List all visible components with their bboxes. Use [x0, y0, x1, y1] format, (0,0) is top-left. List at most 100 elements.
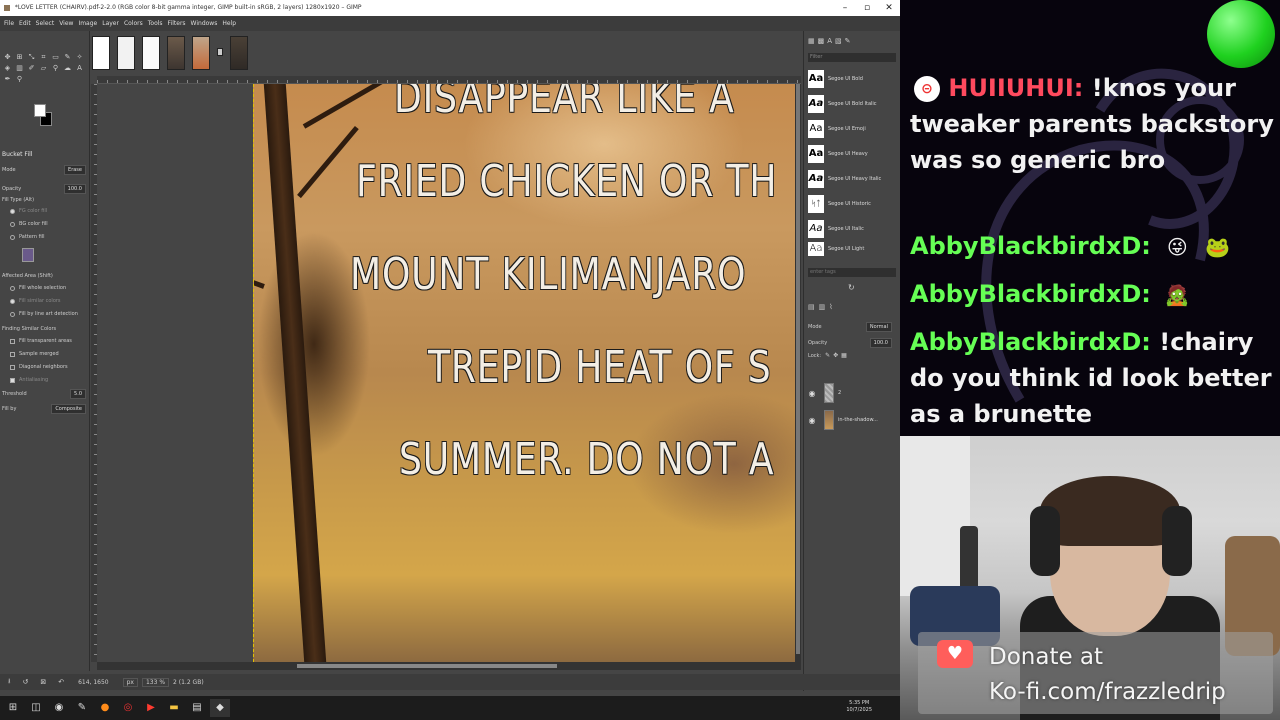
fill-similar-colors[interactable]: Fill similar colors	[2, 298, 86, 304]
canvas-area[interactable]: DISAPPEAR LIKE A FRIED CHICKEN OR TH MOU…	[97, 84, 801, 662]
fill-line-art[interactable]: Fill by line art detection	[2, 311, 86, 317]
obs-icon[interactable]: ◎	[118, 699, 138, 717]
chat-username[interactable]: AbbyBlackbirdxD:	[910, 232, 1151, 260]
font-filter-input[interactable]: Filter	[808, 53, 896, 62]
menu-edit[interactable]: Edit	[19, 20, 31, 27]
media-app-icon[interactable]: ▶	[141, 699, 161, 717]
brushes-tab-icon[interactable]: ▦	[808, 37, 815, 45]
image-tab[interactable]	[217, 48, 223, 56]
eraser-icon[interactable]: ▱	[39, 64, 48, 73]
opacity-slider[interactable]: 100.0	[63, 184, 86, 194]
lock-alpha-icon[interactable]: ▦	[841, 352, 847, 359]
lock-position-icon[interactable]: ✥	[833, 352, 838, 359]
diagonal-neighbors-check[interactable]: Diagonal neighbors	[2, 364, 86, 370]
fill-type-pattern[interactable]: Pattern fill	[2, 234, 86, 240]
menu-filters[interactable]: Filters	[168, 20, 186, 27]
patterns-tab-icon[interactable]: ▩	[818, 37, 825, 45]
paintbrush-icon[interactable]: ✐	[27, 64, 36, 73]
visibility-eye-icon[interactable]: ◉	[808, 389, 816, 398]
maximize-button[interactable]: ▫	[856, 0, 878, 16]
chrome-icon[interactable]: ◉	[49, 699, 69, 717]
clone-icon[interactable]: ⚲	[51, 64, 60, 73]
menu-colors[interactable]: Colors	[124, 20, 143, 27]
mode-select[interactable]: Erase	[64, 165, 86, 175]
task-view-icon[interactable]: ◫	[26, 699, 46, 717]
pencil-tab-icon[interactable]: ✎	[845, 37, 851, 45]
gradients-tab-icon[interactable]: ▧	[835, 37, 842, 45]
gimp-taskbar-icon[interactable]: ◆	[210, 699, 230, 717]
font-item[interactable]: Aa Segoe UI Light	[808, 242, 898, 256]
font-item[interactable]: Aa Segoe UI Bold Italic	[808, 92, 898, 116]
move-tool-icon[interactable]: ✥	[3, 53, 12, 62]
layer-row[interactable]: ◉ 2	[808, 381, 900, 405]
foreground-color-swatch[interactable]	[34, 104, 46, 117]
transform-tool-icon[interactable]: ⤡	[27, 53, 36, 62]
image-tab[interactable]	[142, 36, 160, 70]
font-item[interactable]: Aa Segoe UI Italic	[808, 217, 898, 241]
notes-icon[interactable]: ▤	[187, 699, 207, 717]
image-tab[interactable]	[192, 36, 210, 70]
vertical-scrollbar[interactable]	[795, 84, 801, 662]
fg-bg-colors[interactable]	[34, 104, 54, 128]
reset-icon[interactable]: ↶	[58, 678, 64, 686]
image-tab[interactable]	[92, 36, 110, 70]
pen-app-icon[interactable]: ✎	[72, 699, 92, 717]
font-item[interactable]: Aa Segoe UI Heavy	[808, 142, 898, 166]
image-tab[interactable]	[167, 36, 185, 70]
image-canvas[interactable]: DISAPPEAR LIKE A FRIED CHICKEN OR TH MOU…	[253, 84, 801, 662]
menu-layer[interactable]: Layer	[102, 20, 119, 27]
menu-help[interactable]: Help	[222, 20, 236, 27]
smudge-icon[interactable]: ☁	[63, 64, 72, 73]
horizontal-scrollbar[interactable]	[97, 662, 801, 670]
bucket-fill-icon[interactable]: ◈	[3, 64, 12, 73]
layer-row[interactable]: ◉ in-the-shadow...	[808, 408, 900, 432]
visibility-eye-icon[interactable]: ◉	[808, 416, 816, 425]
paths-tab-icon[interactable]: ⌇	[829, 303, 832, 311]
lasso-icon[interactable]: ✎	[63, 53, 72, 62]
threshold-slider[interactable]: 5.0	[70, 389, 86, 399]
firefox-icon[interactable]: ●	[95, 699, 115, 717]
text-tool-icon[interactable]: A	[75, 64, 84, 73]
menu-image[interactable]: Image	[78, 20, 97, 27]
fuzzy-select-icon[interactable]: ✧	[75, 53, 84, 62]
clear-icon[interactable]: ⊠	[40, 678, 46, 686]
layer-mode-select[interactable]: Normal	[865, 322, 892, 332]
zoom-select[interactable]: 133 %	[141, 677, 170, 687]
align-tool-icon[interactable]: ⊞	[15, 53, 24, 62]
start-button[interactable]: ⊞	[3, 699, 23, 717]
fill-type-fg[interactable]: FG color fill	[2, 208, 86, 214]
undo-history-icon[interactable]: ↺	[22, 678, 28, 686]
font-item[interactable]: Aa Segoe UI Emoji	[808, 117, 898, 141]
chat-username[interactable]: HUIIUHUI:	[948, 74, 1083, 102]
menu-file[interactable]: File	[4, 20, 14, 27]
chat-username[interactable]: AbbyBlackbirdxD:	[910, 328, 1151, 356]
menu-view[interactable]: View	[59, 20, 73, 27]
unit-select[interactable]: px	[122, 677, 138, 687]
minimize-button[interactable]: –	[834, 0, 856, 16]
close-button[interactable]: ✕	[878, 0, 900, 16]
paths-icon[interactable]: ✒	[3, 75, 12, 84]
horizontal-ruler[interactable]	[97, 76, 801, 84]
font-item[interactable]: ᛋᛏ Segoe UI Historic	[808, 192, 898, 216]
channels-tab-icon[interactable]: ▥	[819, 303, 826, 311]
fonts-tab-icon[interactable]: A	[827, 37, 832, 45]
menu-tools[interactable]: Tools	[148, 20, 163, 27]
menu-windows[interactable]: Windows	[191, 20, 218, 27]
refresh-icon[interactable]: ↻	[848, 283, 855, 292]
rect-select-icon[interactable]: ▭	[51, 53, 60, 62]
tags-input[interactable]: enter tags	[808, 268, 896, 277]
lock-pixels-icon[interactable]: ✎	[825, 352, 830, 359]
image-tab[interactable]	[117, 36, 135, 70]
layers-tab-icon[interactable]: ▤	[808, 303, 815, 311]
fill-by-select[interactable]: Composite	[51, 404, 86, 414]
file-explorer-icon[interactable]: ▬	[164, 699, 184, 717]
fill-type-bg[interactable]: BG color fill	[2, 221, 86, 227]
chat-username[interactable]: AbbyBlackbirdxD:	[910, 280, 1151, 308]
vertical-scroll-thumb[interactable]	[796, 84, 800, 654]
crop-tool-icon[interactable]: ⌗	[39, 53, 48, 62]
sample-merged-check[interactable]: Sample merged	[2, 351, 86, 357]
font-item[interactable]: Aa Segoe UI Bold	[808, 67, 898, 91]
menu-select[interactable]: Select	[36, 20, 55, 27]
font-item[interactable]: Aa Segoe UI Heavy Italic	[808, 167, 898, 191]
zoom-tool-icon[interactable]: ⚲	[15, 75, 24, 84]
